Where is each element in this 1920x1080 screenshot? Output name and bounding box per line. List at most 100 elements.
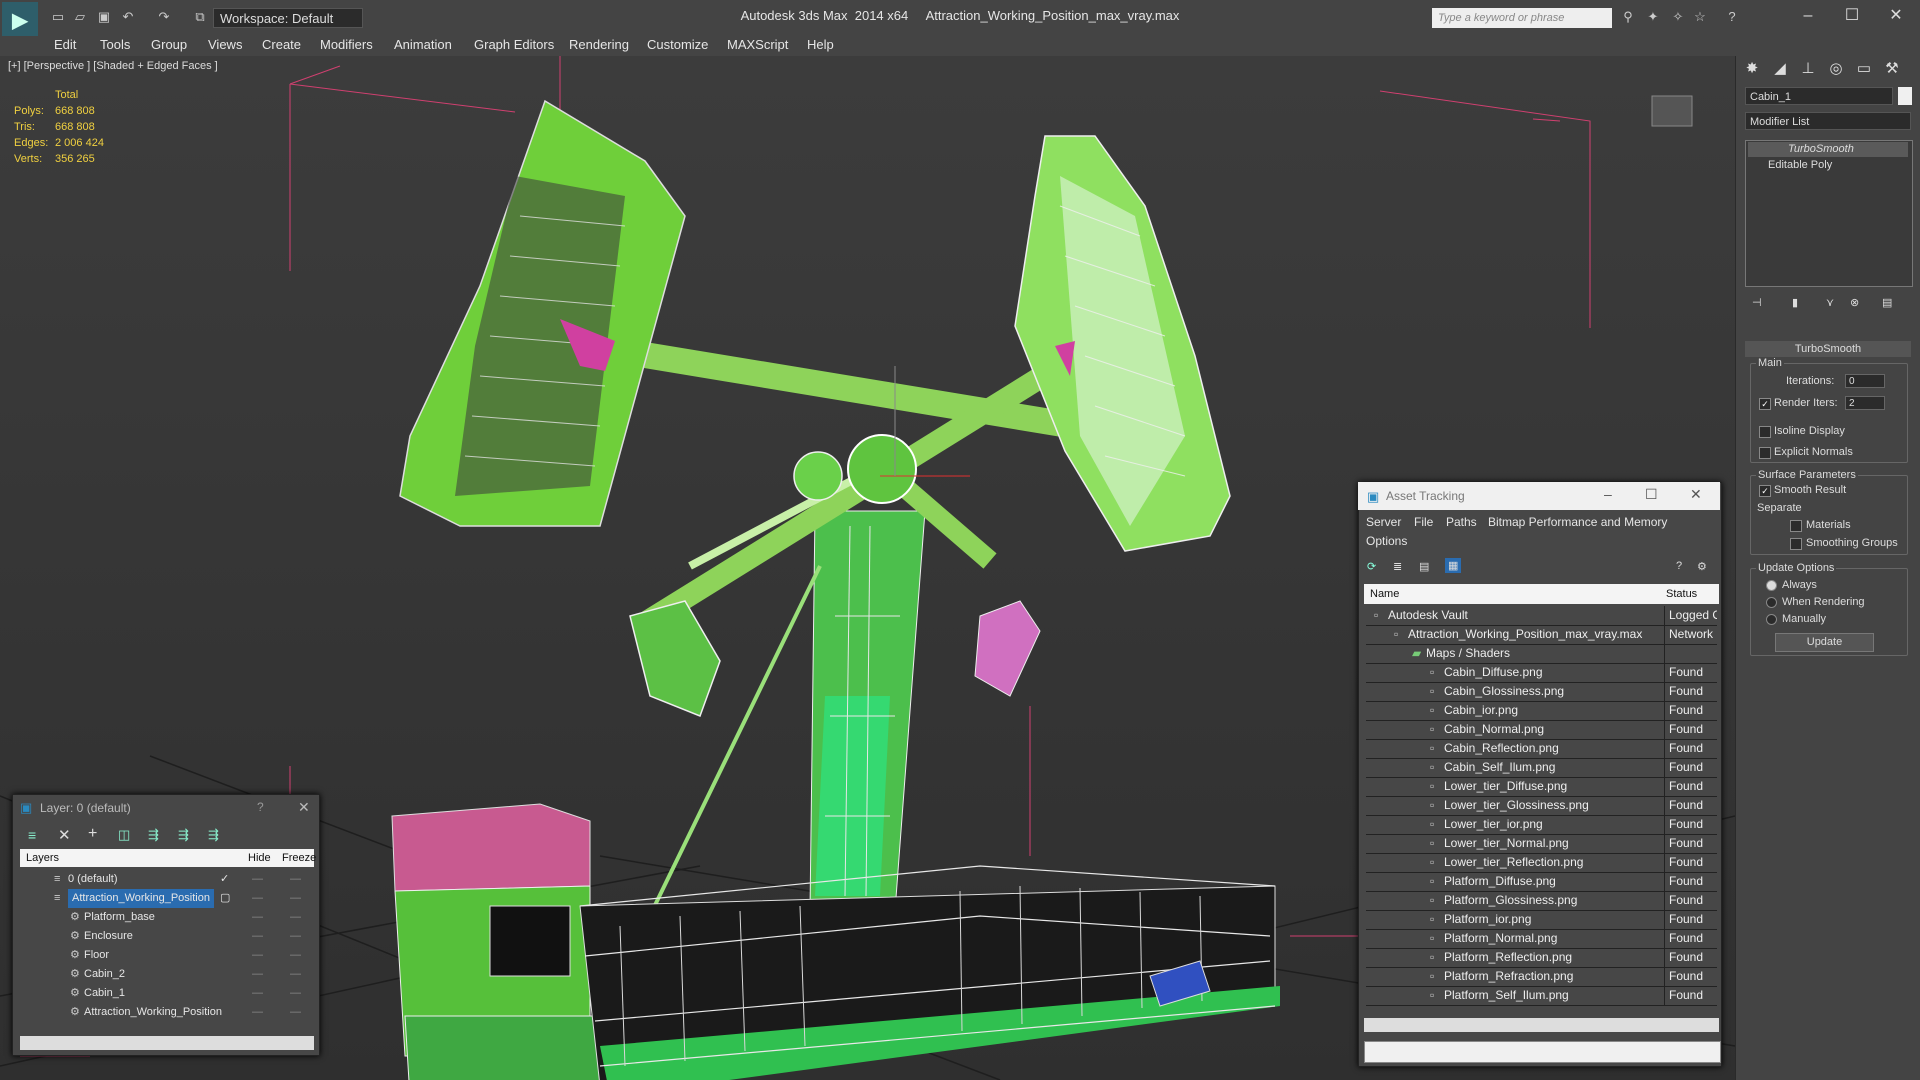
layer-horizontal-scrollbar[interactable]	[20, 1036, 314, 1050]
materials-checkbox[interactable]	[1790, 520, 1802, 532]
hide-all-icon[interactable]: ⇶	[178, 827, 189, 843]
iterations-spinner[interactable]: 0	[1845, 374, 1885, 388]
asset-help-icon[interactable]: ?	[1676, 560, 1682, 572]
asset-row[interactable]: ▫ Platform_Glossiness.png Found	[1366, 891, 1717, 911]
menu-customize[interactable]: Customize	[647, 37, 708, 52]
asset-path-field[interactable]	[1364, 1041, 1721, 1063]
asset-col-name[interactable]: Name	[1370, 588, 1399, 600]
subscription-icon[interactable]: ✦	[1645, 10, 1661, 24]
layer-row[interactable]: ≡ 0 (default) — — ✓	[22, 870, 314, 889]
asset-horizontal-scrollbar[interactable]	[1364, 1018, 1719, 1032]
make-unique-icon[interactable]: ⋎	[1826, 296, 1834, 309]
workspace-dropdown[interactable]: Workspace: Default	[213, 8, 363, 28]
menu-edit[interactable]: Edit	[54, 37, 76, 52]
asset-row[interactable]: ▫ Cabin_Normal.png Found	[1366, 720, 1717, 740]
hide-toggle-icon[interactable]: —	[252, 965, 263, 984]
favorites-icon[interactable]: ☆	[1692, 10, 1708, 24]
hide-toggle-icon[interactable]: —	[252, 984, 263, 1003]
stack-item-turbosmooth[interactable]: TurboSmooth	[1748, 142, 1908, 157]
pin-stack-icon[interactable]: ⊣	[1752, 296, 1762, 309]
layer-col-freeze[interactable]: Freeze	[282, 852, 316, 864]
freeze-toggle-icon[interactable]: —	[290, 889, 301, 908]
menu-create[interactable]: Create	[262, 37, 301, 52]
always-radio[interactable]	[1766, 580, 1777, 591]
freeze-toggle-icon[interactable]: —	[290, 984, 301, 1003]
menu-views[interactable]: Views	[208, 37, 242, 52]
isoline-checkbox[interactable]	[1759, 426, 1771, 438]
asset-minimize-button[interactable]: –	[1604, 486, 1612, 502]
freeze-toggle-icon[interactable]: —	[290, 965, 301, 984]
communication-icon[interactable]: ✧	[1670, 10, 1686, 24]
asset-row[interactable]: ▰ Maps / Shaders	[1366, 644, 1717, 664]
turbosmooth-rollout-header[interactable]: TurboSmooth	[1745, 341, 1911, 357]
manually-radio[interactable]	[1766, 614, 1777, 625]
asset-close-button[interactable]: ✕	[1690, 486, 1702, 503]
modifier-list-dropdown[interactable]: Modifier List	[1745, 112, 1911, 130]
infocenter-icon[interactable]: ⚲	[1620, 10, 1636, 24]
hide-toggle-icon[interactable]: —	[252, 889, 263, 908]
asset-row[interactable]: ▫ Lower_tier_Glossiness.png Found	[1366, 796, 1717, 816]
hide-toggle-icon[interactable]: —	[252, 927, 263, 946]
layer-col-layers[interactable]: Layers	[26, 852, 59, 864]
new-layer-icon[interactable]: ≡	[28, 827, 36, 843]
asset-row[interactable]: ▫ Cabin_Diffuse.png Found	[1366, 663, 1717, 683]
show-end-result-icon[interactable]: ▮	[1792, 296, 1798, 309]
delete-layer-icon[interactable]: ✕	[58, 826, 71, 844]
layer-row[interactable]: ⚙ Cabin_1 — —	[22, 984, 314, 1003]
layer-close-button[interactable]: ✕	[298, 799, 310, 816]
asset-settings-icon[interactable]: ⚙	[1697, 560, 1707, 573]
asset-row[interactable]: ▫ Platform_Self_Ilum.png Found	[1366, 986, 1717, 1006]
when-rendering-radio[interactable]	[1766, 597, 1777, 608]
hide-toggle-icon[interactable]: —	[252, 946, 263, 965]
freeze-toggle-icon[interactable]: —	[290, 1003, 301, 1022]
layer-row[interactable]: ⚙ Enclosure — —	[22, 927, 314, 946]
table-view-icon[interactable]: ▦	[1445, 558, 1462, 573]
create-tab-icon[interactable]: ✸	[1740, 58, 1764, 80]
viewcube-icon[interactable]	[1651, 95, 1693, 127]
thumbnail-view-icon[interactable]: ▤	[1419, 560, 1429, 573]
menu-animation[interactable]: Animation	[394, 37, 452, 52]
freeze-toggle-icon[interactable]: —	[290, 946, 301, 965]
add-to-layer-icon[interactable]: +	[88, 825, 97, 843]
asset-menu-file[interactable]: File	[1414, 515, 1433, 529]
layer-row[interactable]: ⚙ Platform_base — —	[22, 908, 314, 927]
asset-row[interactable]: ▫ Lower_tier_Normal.png Found	[1366, 834, 1717, 854]
freeze-toggle-icon[interactable]: —	[290, 870, 301, 889]
asset-row[interactable]: ▫ Cabin_ior.png Found	[1366, 701, 1717, 721]
highlight-layer-icon[interactable]: ⇶	[148, 827, 159, 843]
asset-col-status[interactable]: Status	[1666, 588, 1697, 600]
asset-maximize-button[interactable]: ☐	[1645, 486, 1658, 503]
asset-row[interactable]: ▫ Attraction_Working_Position_max_vray.ma…	[1366, 625, 1717, 645]
current-layer-check-icon[interactable]: ✓	[220, 870, 229, 889]
asset-menu-server[interactable]: Server	[1366, 515, 1401, 529]
refresh-icon[interactable]: ⟳	[1367, 560, 1376, 573]
project-folder-icon[interactable]: ⧉	[192, 10, 208, 24]
search-input[interactable]: Type a keyword or phrase	[1432, 8, 1612, 28]
layer-col-hide[interactable]: Hide	[248, 852, 271, 864]
hide-toggle-icon[interactable]: —	[252, 1003, 263, 1022]
select-objects-icon[interactable]: ◫	[118, 827, 130, 843]
stack-item-editable-poly[interactable]: Editable Poly	[1748, 158, 1908, 173]
hierarchy-tab-icon[interactable]: ⊥	[1796, 58, 1820, 80]
layer-row[interactable]: ≡ Attraction_Working_Position — — ▢	[22, 889, 314, 908]
smooth-result-checkbox[interactable]: ✓	[1759, 485, 1771, 497]
redo-icon[interactable]: ↷	[156, 10, 172, 24]
app-logo-button[interactable]: ▶	[2, 2, 38, 38]
maximize-button[interactable]: ☐	[1832, 4, 1872, 28]
object-color-swatch[interactable]	[1898, 87, 1912, 105]
utilities-tab-icon[interactable]: ⚒	[1880, 58, 1904, 80]
undo-icon[interactable]: ↶	[120, 10, 136, 24]
asset-row[interactable]: ▫ Platform_Diffuse.png Found	[1366, 872, 1717, 892]
remove-modifier-icon[interactable]: ⊗	[1850, 296, 1859, 309]
viewport-label[interactable]: [+] [Perspective ] [Shaded + Edged Faces…	[8, 60, 218, 72]
render-iters-checkbox[interactable]: ✓	[1759, 398, 1771, 410]
object-name-field[interactable]: Cabin_1	[1745, 87, 1893, 105]
menu-group[interactable]: Group	[151, 37, 187, 52]
explicit-normals-checkbox[interactable]	[1759, 447, 1771, 459]
asset-row[interactable]: ▫ Platform_ior.png Found	[1366, 910, 1717, 930]
asset-menu-bitmap[interactable]: Bitmap Performance and Memory	[1488, 515, 1667, 529]
layer-help-button[interactable]: ?	[257, 800, 264, 814]
asset-row[interactable]: ▫ Lower_tier_Reflection.png Found	[1366, 853, 1717, 873]
hide-toggle-icon[interactable]: —	[252, 870, 263, 889]
list-view-icon[interactable]: ≣	[1393, 560, 1402, 573]
